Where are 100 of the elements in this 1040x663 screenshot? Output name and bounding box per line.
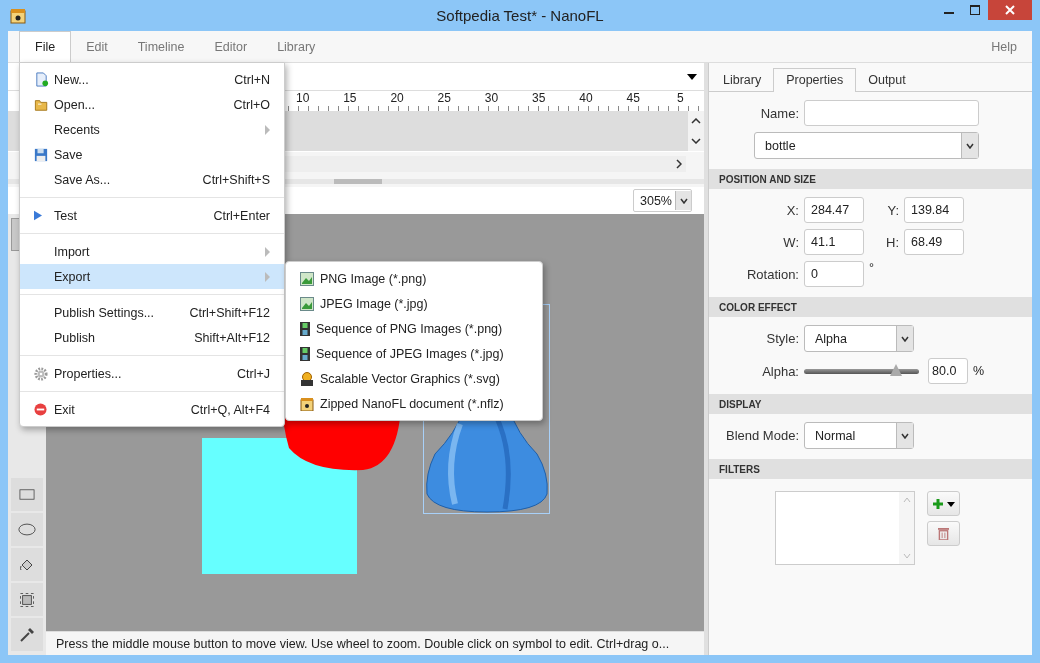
panel-tab[interactable]: Output: [856, 69, 918, 91]
ellipse-icon: [18, 523, 36, 536]
plus-icon: [932, 497, 955, 510]
menu-item[interactable]: Timeline: [122, 31, 200, 62]
ruler-number: 15: [342, 91, 358, 105]
scroll-up-icon[interactable]: [691, 118, 701, 124]
alpha-field[interactable]: 80.0: [928, 358, 968, 384]
rectangle-tool-button[interactable]: [11, 478, 43, 511]
picture-icon: [300, 271, 314, 286]
style-select[interactable]: Alpha: [804, 325, 914, 352]
paint-bucket-tool-button[interactable]: [11, 548, 43, 581]
frames-scrollbar[interactable]: [285, 156, 686, 172]
menu-item[interactable]: New... Ctrl+N: [20, 67, 284, 92]
delete-filter-button[interactable]: [927, 521, 960, 546]
status-bar-text: Press the middle mouse button to move view. Use wheel to zoom. Double click on symbol to edit. Ctrl+drag o...: [46, 631, 704, 655]
ellipse-tool-button[interactable]: [11, 513, 43, 546]
menu-item[interactable]: Save: [20, 142, 284, 167]
symbol-select[interactable]: bottle: [754, 132, 979, 159]
name-field[interactable]: [804, 100, 979, 126]
zoom-select[interactable]: 305%: [633, 189, 692, 212]
filmstrip-icon: [300, 346, 310, 361]
field-label: X:: [785, 202, 799, 218]
section-header: POSITION AND SIZE: [709, 169, 1032, 189]
field-label: Style:: [765, 331, 799, 346]
ruler-number: 40: [578, 91, 594, 105]
field-label: H:: [885, 234, 899, 250]
window-title: Softpedia Test* - NanoFL: [436, 7, 604, 24]
maximize-icon: [970, 5, 980, 15]
trash-icon: [938, 527, 949, 540]
menu-item[interactable]: Export: [20, 264, 284, 289]
panel-tab[interactable]: Library: [711, 69, 774, 91]
menu-item[interactable]: JPEG Image (*.jpg): [286, 291, 542, 316]
close-icon: [1005, 5, 1015, 15]
alpha-slider[interactable]: [804, 364, 919, 378]
ruler-number: 25: [436, 91, 452, 105]
add-filter-button[interactable]: [927, 491, 960, 516]
menu-item[interactable]: Editor: [199, 31, 263, 62]
menu-item[interactable]: Publish Shift+Alt+F12: [20, 325, 284, 350]
dropdown-arrow-icon[interactable]: [687, 73, 697, 80]
ruler-number: 30: [483, 91, 500, 105]
section-header: FILTERS: [709, 459, 1032, 479]
field-label: W:: [782, 234, 799, 250]
menu-item[interactable]: Exit Ctrl+Q, Alt+F4: [20, 397, 284, 422]
menu-item[interactable]: Scalable Vector Graphics (*.svg): [286, 366, 542, 391]
menu-item[interactable]: Edit: [71, 31, 123, 62]
svg-file-icon: [300, 371, 314, 386]
play-icon: [34, 210, 42, 221]
transform-tool-button[interactable]: [11, 583, 43, 616]
minimize-icon: [944, 12, 954, 14]
chevron-down-icon: [901, 335, 909, 342]
blend-mode-select[interactable]: Normal: [804, 422, 914, 449]
slider-thumb[interactable]: [890, 364, 902, 376]
degree-unit: °: [869, 261, 874, 275]
folder-icon: [34, 97, 49, 112]
width-field[interactable]: 41.1: [804, 229, 864, 255]
menu-item[interactable]: Properties... Ctrl+J: [20, 361, 284, 386]
new-document-icon: [34, 72, 49, 87]
chevron-down-icon: [901, 432, 909, 439]
menu-item[interactable]: Test Ctrl+Enter: [20, 203, 284, 228]
help-menu-item[interactable]: Help: [976, 31, 1032, 62]
menu-item[interactable]: Publish Settings... Ctrl+Shift+F12: [20, 300, 284, 325]
menu-item[interactable]: Open... Ctrl+O: [20, 92, 284, 117]
transform-icon: [20, 592, 34, 607]
chevron-down-icon: [966, 142, 974, 149]
field-label: Blend Mode:: [725, 428, 799, 443]
ruler-number: 45: [625, 91, 641, 105]
gear-icon: [34, 366, 48, 381]
y-field[interactable]: 139.84: [904, 197, 964, 223]
percent-unit: %: [973, 364, 985, 378]
chevron-down-icon: [679, 197, 688, 204]
menu-item[interactable]: Sequence of PNG Images (*.png): [286, 316, 542, 341]
section-header: COLOR EFFECT: [709, 297, 1032, 317]
close-button[interactable]: [988, 0, 1032, 20]
ruler-number: 5: [676, 91, 685, 105]
field-label: Alpha:: [761, 363, 799, 379]
eyedropper-icon: [19, 626, 35, 643]
menu-item[interactable]: Import: [20, 239, 284, 264]
height-field[interactable]: 68.49: [904, 229, 964, 255]
ruler-number: 20: [389, 91, 405, 105]
menu-item[interactable]: File: [19, 31, 72, 62]
panel-tab[interactable]: Properties: [773, 68, 857, 92]
field-label: Name:: [759, 105, 799, 121]
section-header: DISPLAY: [709, 394, 1032, 414]
exit-icon: [34, 403, 47, 416]
ruler-number: 35: [531, 91, 547, 105]
field-label: Y:: [886, 202, 899, 218]
x-field[interactable]: 284.47: [804, 197, 864, 223]
scroll-down-icon[interactable]: [691, 138, 701, 144]
menu-item[interactable]: Save As... Ctrl+Shift+S: [20, 167, 284, 192]
ruler-number: 10: [294, 91, 311, 105]
scroll-right-icon[interactable]: [676, 159, 682, 169]
rotation-field[interactable]: 0: [804, 261, 864, 287]
menu-item[interactable]: Library: [262, 31, 331, 62]
field-label: Rotation:: [745, 266, 799, 282]
menu-item[interactable]: Zipped NanoFL document (*.nflz): [286, 391, 542, 416]
menu-item[interactable]: PNG Image (*.png): [286, 266, 542, 291]
app-icon: [10, 7, 26, 24]
picture-icon: [300, 296, 314, 311]
eyedropper-tool-button[interactable]: [11, 618, 43, 651]
menu-item[interactable]: Sequence of JPEG Images (*.jpg): [286, 341, 542, 366]
